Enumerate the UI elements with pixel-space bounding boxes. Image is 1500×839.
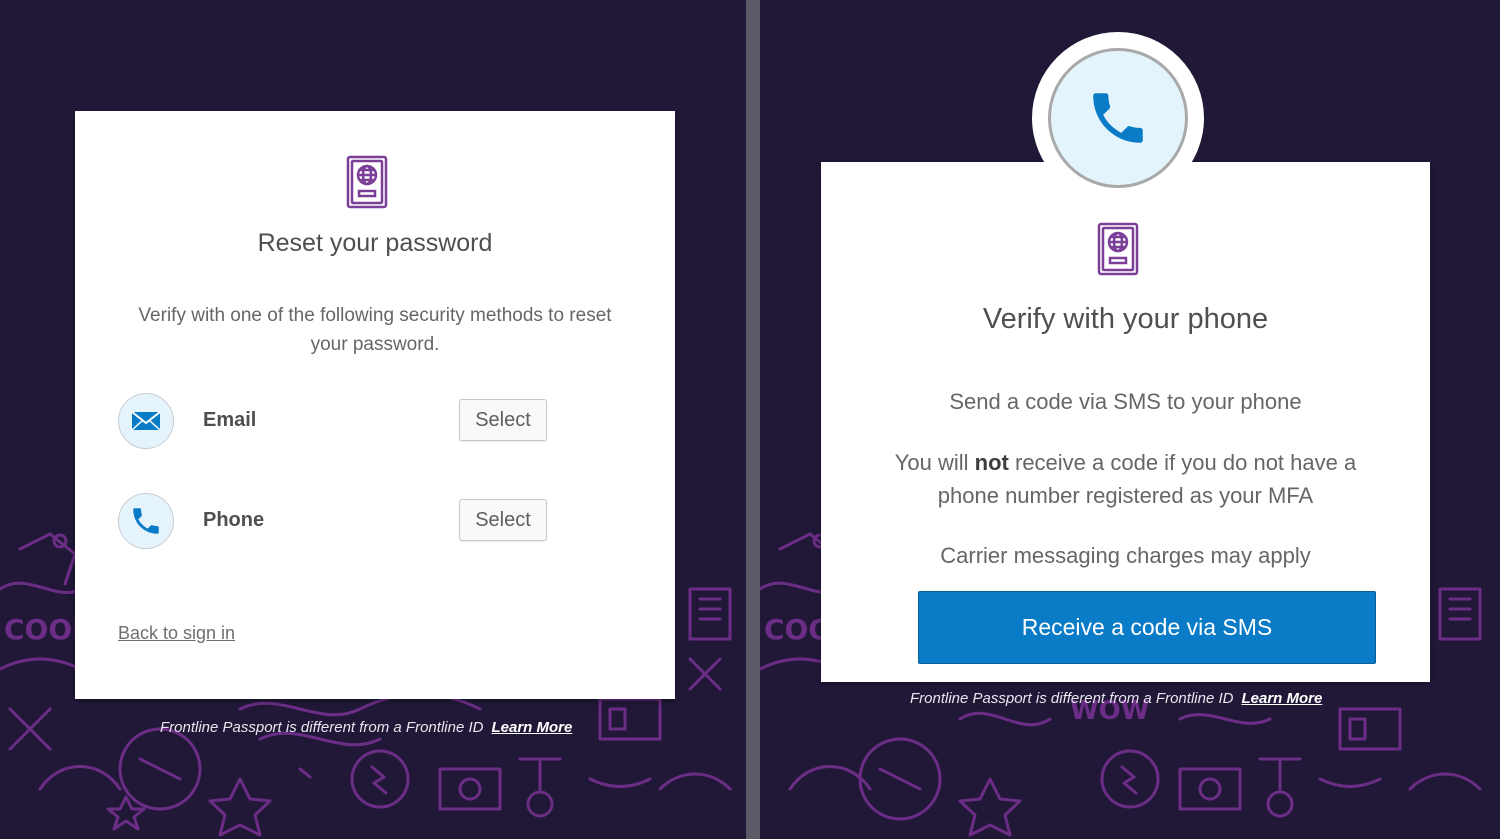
page-title: Reset your password	[257, 229, 493, 257]
phone-badge-inner	[1048, 48, 1188, 188]
footer-text: Frontline Passport is different from a F…	[910, 690, 1234, 707]
select-phone-button[interactable]: Select	[459, 499, 547, 541]
learn-more-link[interactable]: Learn More	[1241, 690, 1322, 707]
left-panel: COOL Reset your password Verify with one…	[0, 0, 746, 839]
mfa-notice: You will not receive a code if you do no…	[891, 446, 1360, 512]
email-method-icon-circle	[118, 393, 174, 449]
panel-divider	[746, 0, 760, 839]
phone-method-label: Phone	[203, 509, 265, 531]
footer-text: Frontline Passport is different from a F…	[160, 719, 484, 736]
verify-phone-card: Verify with your phone Send a code via S…	[821, 162, 1430, 682]
phone-badge	[1032, 32, 1204, 204]
page-title: Verify with your phone	[982, 303, 1269, 335]
passport-icon	[346, 155, 388, 209]
right-panel: COO WOW Verify with your phone Send a co…	[760, 0, 1500, 839]
phone-method-icon-circle	[118, 493, 174, 549]
back-to-sign-in-link[interactable]: Back to sign in	[118, 623, 235, 644]
receive-sms-code-button[interactable]: Receive a code via SMS	[918, 591, 1376, 664]
phone-icon	[133, 508, 159, 534]
page-description: Verify with one of the following securit…	[138, 305, 612, 355]
footer-note: Frontline Passport is different from a F…	[910, 690, 1322, 707]
footer-note: Frontline Passport is different from a F…	[160, 719, 572, 736]
reset-password-card: Reset your password Verify with one of t…	[75, 111, 675, 699]
mfa-notice-emphasis: not	[974, 450, 1009, 475]
carrier-charges-notice: Carrier messaging charges may apply	[940, 543, 1311, 568]
phone-icon	[1093, 93, 1143, 143]
email-method-label: Email	[203, 409, 257, 431]
passport-icon	[1097, 222, 1139, 276]
select-email-button[interactable]: Select	[459, 399, 547, 441]
learn-more-link[interactable]: Learn More	[491, 719, 572, 736]
mfa-notice-pre: You will	[894, 450, 975, 475]
envelope-icon	[131, 411, 161, 431]
sms-instruction: Send a code via SMS to your phone	[949, 389, 1302, 414]
